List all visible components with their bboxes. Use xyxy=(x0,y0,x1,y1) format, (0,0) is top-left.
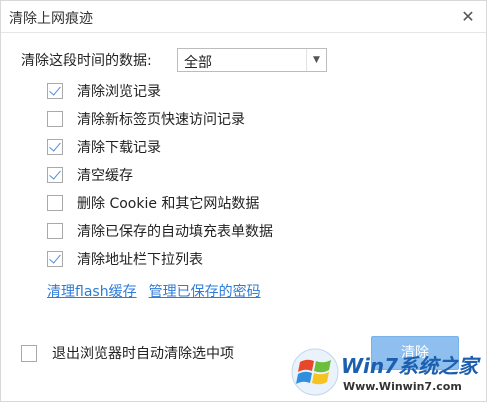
links-row: 清理flash缓存 管理已保存的密码 xyxy=(47,281,261,301)
option-autofill[interactable]: 清除已保存的自动填充表单数据 xyxy=(47,221,273,241)
option-label: 清除已保存的自动填充表单数据 xyxy=(77,224,273,240)
watermark-url: Www.Winwin7.com xyxy=(343,380,462,393)
option-cookies[interactable]: 删除 Cookie 和其它网站数据 xyxy=(47,193,259,213)
option-label: 清空缓存 xyxy=(77,168,133,184)
clear-browsing-data-dialog: 清除上网痕迹 ✕ 清除这段时间的数据: 全部 ▼ 清除浏览记录 清除新标签页快速… xyxy=(0,0,487,402)
watermark-brand: Win7系统之家 xyxy=(341,354,479,378)
watermark: Win7系统之家 Www.Winwin7.com xyxy=(291,344,487,402)
checkbox[interactable] xyxy=(47,223,63,239)
time-range-label: 清除这段时间的数据: xyxy=(21,53,152,69)
time-range-select[interactable]: 全部 ▼ xyxy=(177,48,327,72)
time-range-row: 清除这段时间的数据: 全部 ▼ xyxy=(21,48,327,72)
option-label: 删除 Cookie 和其它网站数据 xyxy=(77,196,260,212)
close-icon[interactable]: ✕ xyxy=(458,7,478,27)
time-range-value: 全部 xyxy=(184,55,212,71)
option-address-bar-list[interactable]: 清除地址栏下拉列表 xyxy=(47,249,203,269)
windows-logo-icon xyxy=(291,348,339,396)
manage-passwords-link[interactable]: 管理已保存的密码 xyxy=(149,281,261,301)
checkbox[interactable] xyxy=(47,167,63,183)
option-new-tab-quick-access[interactable]: 清除新标签页快速访问记录 xyxy=(47,109,245,129)
chevron-down-icon[interactable]: ▼ xyxy=(306,49,326,71)
option-cache[interactable]: 清空缓存 xyxy=(47,165,133,185)
auto-clear-row[interactable]: 退出浏览器时自动清除选中项 xyxy=(21,343,234,363)
checkbox[interactable] xyxy=(47,251,63,267)
clear-flash-cache-link[interactable]: 清理flash缓存 xyxy=(47,281,137,301)
auto-clear-checkbox[interactable] xyxy=(21,344,37,362)
option-browsing-history[interactable]: 清除浏览记录 xyxy=(47,81,161,101)
dialog-title: 清除上网痕迹 xyxy=(9,11,93,27)
auto-clear-label: 退出浏览器时自动清除选中项 xyxy=(52,346,234,362)
option-label: 清除浏览记录 xyxy=(77,84,161,100)
option-download-history[interactable]: 清除下载记录 xyxy=(47,137,161,157)
title-bar: 清除上网痕迹 ✕ xyxy=(1,1,486,33)
checkbox[interactable] xyxy=(47,139,63,155)
option-label: 清除新标签页快速访问记录 xyxy=(77,112,245,128)
checkbox[interactable] xyxy=(47,111,63,127)
checkbox[interactable] xyxy=(47,195,63,211)
option-label: 清除地址栏下拉列表 xyxy=(77,252,203,268)
option-label: 清除下载记录 xyxy=(77,140,161,156)
checkbox[interactable] xyxy=(47,83,63,99)
